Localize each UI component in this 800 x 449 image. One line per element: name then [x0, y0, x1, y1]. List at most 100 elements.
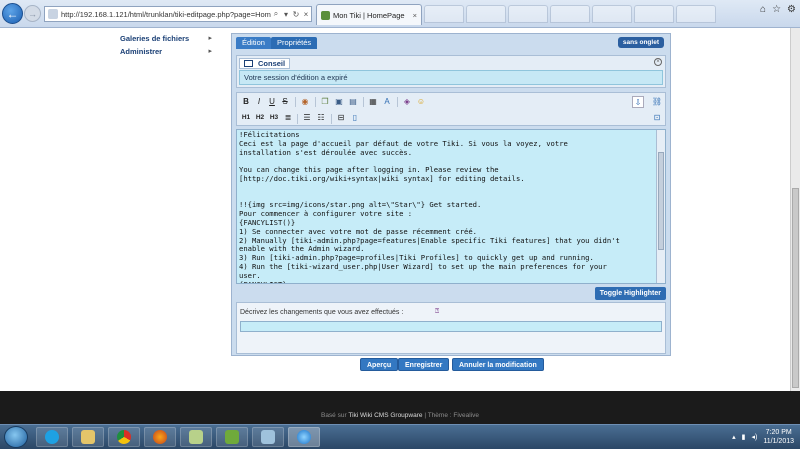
chart-icon [225, 430, 239, 444]
sidebar-item-administrer[interactable]: Administrer ▸ [120, 47, 220, 60]
clock-date: 11/1/2013 [763, 438, 794, 445]
save-icon[interactable]: ▤ [347, 96, 359, 108]
smiley-icon[interactable]: ☺ [415, 96, 427, 108]
search-icon[interactable]: ⌕ [271, 9, 281, 19]
folder-icon [81, 430, 95, 444]
edit-summary-input[interactable] [240, 321, 662, 332]
tab-edition[interactable]: Édition [236, 37, 271, 49]
taskbar-app[interactable] [252, 427, 284, 447]
close-icon[interactable]: × [654, 58, 662, 66]
forward-arrow-icon: → [28, 8, 37, 19]
chevron-right-icon: ▸ [208, 35, 212, 42]
sidebar-item-galeries[interactable]: Galeries de fichiers ▸ [120, 34, 220, 47]
taskbar-firefox[interactable] [144, 427, 176, 447]
chevron-right-icon: ▸ [208, 48, 212, 55]
browser-tab[interactable] [466, 5, 506, 23]
firefox-icon [153, 430, 167, 444]
cancel-edit-button[interactable]: Annuler la modification [452, 358, 544, 371]
browser-tab[interactable] [424, 5, 464, 23]
bold-button[interactable]: B [240, 96, 252, 108]
browser-tab[interactable] [550, 5, 590, 23]
clock[interactable]: 7:20 PM 11/1/2013 [763, 428, 794, 446]
scroll-thumb[interactable] [658, 152, 664, 250]
back-button[interactable]: ← [2, 3, 23, 24]
window-controls: ⌂ ☆ ⚙ [760, 4, 796, 15]
app-icon [189, 430, 203, 444]
browser-chrome: ← → http://192.168.1.121/html/trunklan/t… [0, 0, 800, 28]
network-icon[interactable]: ▮ [742, 433, 746, 441]
home-icon[interactable]: ⌂ [760, 4, 766, 15]
refresh-icon[interactable]: ↻ [291, 10, 301, 19]
conseil-box: Conseil × Votre session d'édition a expi… [236, 55, 666, 88]
help-icon: ⍰ [435, 308, 440, 315]
forward-button[interactable]: → [24, 5, 41, 22]
taskbar-app[interactable] [216, 427, 248, 447]
no-tabs-button[interactable]: sans onglet [617, 37, 664, 48]
italic-button[interactable]: I [253, 96, 265, 108]
toggle-highlighter-button[interactable]: Toggle Highlighter [594, 287, 666, 300]
page-icon[interactable]: ▯ [349, 112, 361, 124]
footer-prefix: Basé sur [320, 412, 347, 419]
session-expired-message: Votre session d'édition a expiré [239, 70, 663, 85]
taskbar-explorer[interactable] [72, 427, 104, 447]
align-icon[interactable]: ≣ [282, 112, 294, 124]
conseil-label: Conseil [258, 59, 286, 68]
footer-text: Basé sur Tiki Wiki CMS Groupware | Thème… [0, 412, 800, 419]
paste-icon[interactable]: ▣ [333, 96, 345, 108]
page-icon [48, 9, 58, 19]
scroll-thumb[interactable] [792, 188, 799, 388]
dropdown-icon[interactable]: ▾ [281, 10, 291, 19]
link-icon[interactable]: ⛓ [651, 96, 663, 108]
h2-button[interactable]: H2 [254, 112, 266, 124]
page-scrollbar[interactable] [790, 28, 800, 391]
numbered-list-icon[interactable]: ☷ [315, 112, 327, 124]
taskbar-chrome[interactable] [108, 427, 140, 447]
tray-arrow-icon[interactable]: ▴ [732, 433, 736, 441]
wiki-source-text[interactable]: !Félicitations Ceci est la page d'accuei… [239, 130, 653, 283]
horizontal-rule-icon[interactable]: ⊟ [335, 112, 347, 124]
tab-proprietes[interactable]: Propriétés [271, 37, 318, 49]
address-bar[interactable]: http://192.168.1.121/html/trunklan/tiki-… [44, 6, 312, 22]
h1-button[interactable]: H1 [240, 112, 252, 124]
internet-explorer-icon [297, 430, 311, 444]
volume-icon[interactable]: ◂) [752, 433, 758, 441]
settings-gear-icon[interactable]: ⚙ [787, 4, 796, 15]
preview-button[interactable]: Aperçu [360, 358, 399, 371]
footer-tiki-link[interactable]: Tiki Wiki CMS Groupware [348, 412, 422, 419]
find-replace-icon[interactable]: A [381, 96, 393, 108]
system-tray: ▴ ▮ ◂) 7:20 PM 11/1/2013 [732, 428, 794, 446]
wiki-plugin-icon[interactable]: ⇩ [632, 96, 644, 108]
textarea-scrollbar[interactable] [656, 130, 665, 283]
palette-icon[interactable]: ◉ [299, 96, 311, 108]
fullscreen-icon[interactable]: ⊡ [651, 112, 663, 124]
taskbar-app[interactable] [180, 427, 212, 447]
page-content: Galeries de fichiers ▸ Administrer ▸ Édi… [0, 28, 790, 391]
strikethrough-button[interactable]: S [279, 96, 291, 108]
edit-summary-box: Décrivez les changements que vous avez e… [236, 302, 666, 354]
edit-summary-label: Décrivez les changements que vous avez e… [240, 309, 404, 316]
browser-tab-active[interactable]: Mon Tiki | HomePage × [316, 4, 422, 25]
editor-panel: Édition Propriétés sans onglet Conseil ×… [231, 33, 671, 356]
wiki-content-textarea[interactable]: !Félicitations Ceci est la page d'accuei… [236, 129, 666, 284]
browser-tab[interactable] [634, 5, 674, 23]
save-button[interactable]: Enregistrer [398, 358, 450, 371]
close-icon[interactable]: × [301, 10, 311, 19]
copy-icon[interactable]: ❐ [319, 96, 331, 108]
h3-button[interactable]: H3 [268, 112, 280, 124]
taskbar-skype[interactable] [36, 427, 68, 447]
print-icon[interactable]: ▦ [367, 96, 379, 108]
special-chars-icon[interactable]: ◈ [401, 96, 413, 108]
address-url[interactable]: http://192.168.1.121/html/trunklan/tiki-… [61, 10, 271, 19]
tiki-favicon-icon [321, 10, 330, 20]
browser-tab[interactable] [592, 5, 632, 23]
start-button[interactable] [4, 426, 28, 448]
sidebar: Galeries de fichiers ▸ Administrer ▸ [120, 34, 220, 60]
underline-button[interactable]: U [266, 96, 278, 108]
tab-close-icon[interactable]: × [413, 11, 417, 20]
taskbar-ie[interactable] [288, 427, 320, 447]
favorites-star-icon[interactable]: ☆ [772, 4, 781, 15]
tab-title: Mon Tiki | HomePage [333, 10, 405, 20]
bullet-list-icon[interactable]: ☰ [301, 112, 313, 124]
browser-tab[interactable] [508, 5, 548, 23]
browser-tab[interactable] [676, 5, 716, 23]
